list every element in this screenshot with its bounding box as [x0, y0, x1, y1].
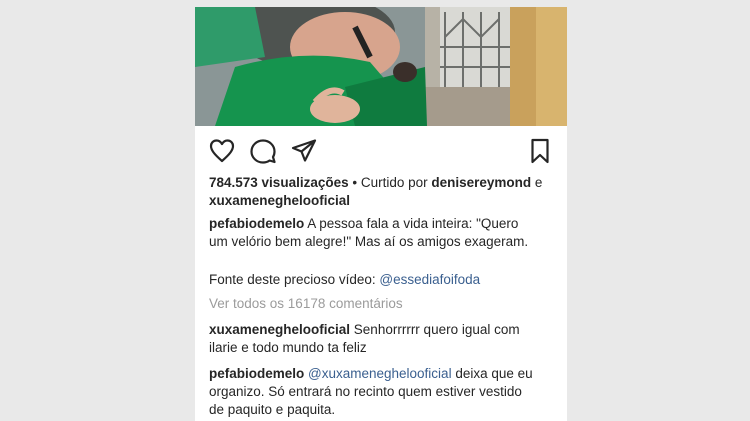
comment-text: de paquito e paquita.	[209, 402, 336, 417]
post-video[interactable]	[195, 7, 567, 126]
comment-text: deixa que eu	[451, 366, 533, 381]
liked-by-user[interactable]: xuxameneghelooficial	[209, 193, 350, 208]
caption-username[interactable]: pefabiodemelo	[209, 216, 304, 231]
caption-text: A pessoa fala a vida inteira: "Quero	[304, 216, 519, 231]
liked-by-line-2: xuxameneghelooficial	[209, 192, 350, 210]
comment-username[interactable]: pefabiodemelo	[209, 366, 304, 381]
comment-text: ilarie e todo mundo ta feliz	[209, 340, 367, 355]
comment-text: organizo. Só entrará no recinto quem est…	[209, 384, 522, 399]
comment-bubble-icon-shape	[250, 139, 276, 164]
liked-by-user[interactable]: denisereymond	[431, 175, 531, 190]
caption-source-link[interactable]: @essediafoifoda	[379, 272, 480, 287]
video-frame	[195, 7, 567, 126]
post-actions-bar	[195, 135, 567, 167]
caption-line-1: pefabiodemelo A pessoa fala a vida intei…	[209, 215, 518, 233]
views-and-likes-line: 784.573 visualizações • Curtido por deni…	[209, 174, 542, 192]
comment-username[interactable]: xuxameneghelooficial	[209, 322, 350, 337]
bookmark-icon[interactable]	[526, 137, 554, 165]
paper-plane-icon-shape	[291, 139, 317, 162]
liked-by-prefix: • Curtido por	[348, 175, 432, 190]
comment-1-line-2: ilarie e todo mundo ta feliz	[209, 339, 367, 357]
view-all-comments-link[interactable]: Ver todos os 16178 comentários	[209, 295, 403, 313]
caption-line-2: um velório bem alegre!" Mas aí os amigos…	[209, 233, 528, 251]
views-count[interactable]: 784.573 visualizações	[209, 175, 349, 190]
bookmark-icon-shape	[531, 138, 549, 164]
instagram-post: 784.573 visualizações • Curtido por deni…	[195, 7, 567, 421]
comment-2-line-1: pefabiodemelo @xuxameneghelooficial deix…	[209, 365, 533, 383]
caption-source-label: Fonte deste precioso vídeo:	[209, 272, 380, 287]
liked-by-joiner: e	[531, 175, 543, 190]
comment-mention[interactable]: @xuxameneghelooficial	[308, 366, 452, 381]
comment-text: Senhorrrrrr quero igual com	[350, 322, 520, 337]
comment-1-line-1: xuxameneghelooficial Senhorrrrrr quero i…	[209, 321, 520, 339]
heart-icon[interactable]	[208, 137, 236, 165]
caption-text: um velório bem alegre!" Mas aí os amigos…	[209, 234, 529, 249]
comment-bubble-icon[interactable]	[249, 137, 277, 165]
heart-icon-shape	[209, 139, 235, 163]
comment-2-line-2: organizo. Só entrará no recinto quem est…	[209, 383, 522, 401]
caption-source-line: Fonte deste precioso vídeo: @essediafoif…	[209, 271, 480, 289]
comment-2-line-3: de paquito e paquita.	[209, 401, 335, 419]
paper-plane-icon[interactable]	[290, 137, 318, 165]
